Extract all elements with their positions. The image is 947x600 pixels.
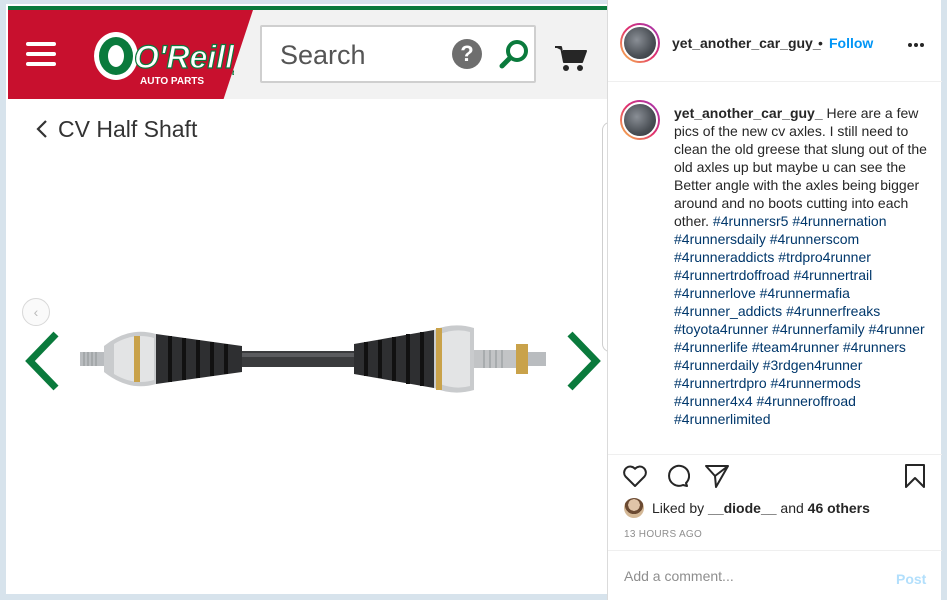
share-icon[interactable] (704, 463, 730, 489)
comment-input[interactable] (624, 565, 874, 587)
hashtag-link[interactable]: #4runners (843, 339, 906, 355)
hashtag-link[interactable]: #4runnerfreaks (786, 303, 880, 319)
liked-by-user[interactable]: __diode__ (708, 500, 776, 516)
hashtag-link[interactable]: #4runnertrdoffroad (674, 267, 790, 283)
hashtag-link[interactable]: #toyota4runner (674, 321, 768, 337)
post-panel: yet_another_car_guy_ • Follow yet_anothe… (607, 0, 947, 600)
menu-icon[interactable] (26, 42, 56, 66)
hashtag-link[interactable]: #4runnermods (771, 375, 861, 391)
back-chevron-icon (36, 120, 47, 138)
caption-avatar[interactable] (620, 100, 660, 140)
hashtag-list: #4runnersr5 #4runnernation #4runnersdail… (674, 213, 925, 427)
hashtag-link[interactable]: #4runnerdaily (674, 357, 759, 373)
store-screenshot: O'Reilly AUTO PARTS ? CV Half Shaft ‹ (0, 0, 607, 600)
search-icon[interactable] (498, 37, 532, 71)
hashtag-link[interactable]: #4runner (869, 321, 925, 337)
store-header: O'Reilly AUTO PARTS ? (8, 6, 607, 99)
hashtag-link[interactable]: #4runneroffroad (757, 393, 856, 409)
search-box: ? (260, 25, 536, 83)
logo-word: O'Reilly (134, 39, 234, 75)
post-username[interactable]: yet_another_car_guy_ (672, 35, 821, 51)
hashtag-link[interactable]: #4runnermafia (760, 285, 850, 301)
hashtag-link[interactable]: #3rdgen4runner (763, 357, 863, 373)
separator-dot: • (818, 35, 823, 51)
post-header: yet_another_car_guy_ • Follow (608, 0, 942, 82)
follow-button[interactable]: Follow (829, 35, 873, 51)
more-icon[interactable] (908, 34, 926, 52)
back-link[interactable]: CV Half Shaft (36, 114, 197, 144)
liked-by-prefix: Liked by (652, 500, 705, 516)
comment-bar: Post (608, 550, 942, 600)
liker-avatar[interactable] (624, 498, 644, 518)
post-comment-button[interactable]: Post (896, 571, 926, 587)
heart-icon[interactable] (622, 463, 648, 489)
comment-icon[interactable] (664, 463, 690, 489)
liked-by-and: and (780, 500, 804, 516)
hashtag-link[interactable]: #4runnerlife (674, 339, 748, 355)
hashtag-link[interactable]: #4runnerfamily (772, 321, 865, 337)
hashtag-link[interactable]: #4runnertrdpro (674, 375, 767, 391)
cv-axle-image (80, 325, 546, 393)
hashtag-link[interactable]: #4runner4x4 (674, 393, 753, 409)
hashtag-link[interactable]: #4runnersr5 (713, 213, 789, 229)
hashtag-link[interactable]: #team4runner (752, 339, 839, 355)
header-accent-line (8, 6, 607, 10)
avatar[interactable] (620, 23, 660, 63)
hashtag-link[interactable]: #4runneraddicts (674, 249, 774, 265)
page-title: CV Half Shaft (58, 115, 198, 142)
next-arrow-icon[interactable] (560, 330, 604, 392)
oreilly-logo[interactable]: O'Reilly AUTO PARTS (84, 26, 234, 90)
post-actions: Liked by __diode__ and 46 others 13 HOUR… (608, 454, 942, 550)
hashtag-link[interactable]: #trdpro4runner (778, 249, 871, 265)
hashtag-link[interactable]: #4runnernation (792, 213, 886, 229)
liked-by-others[interactable]: 46 others (808, 500, 870, 516)
hashtag-link[interactable]: #4runnertrail (794, 267, 873, 283)
bookmark-icon[interactable] (902, 463, 928, 489)
search-input[interactable] (280, 39, 440, 71)
prev-arrow-icon[interactable] (22, 330, 66, 392)
caption: yet_another_car_guy_ Here are a few pics… (674, 104, 930, 428)
hashtag-link[interactable]: #4runnerlove (674, 285, 756, 301)
cart-icon[interactable] (554, 44, 588, 72)
likes-summary: Liked by __diode__ and 46 others (624, 497, 870, 519)
hashtag-link[interactable]: #4runnerlimited (674, 411, 771, 427)
caption-area: yet_another_car_guy_ Here are a few pics… (608, 82, 942, 454)
help-icon[interactable]: ? (452, 39, 482, 69)
caption-text: Here are a few pics of the new cv axles.… (674, 105, 927, 229)
caption-username[interactable]: yet_another_car_guy_ (674, 105, 823, 121)
hashtag-link[interactable]: #4runnerscom (770, 231, 860, 247)
hashtag-link[interactable]: #4runner_addicts (674, 303, 782, 319)
logo-subtitle: AUTO PARTS (140, 76, 204, 87)
gallery-back-icon[interactable]: ‹ (22, 298, 50, 326)
hashtag-link[interactable]: #4runnersdaily (674, 231, 766, 247)
post-timestamp[interactable]: 13 HOURS AGO (624, 529, 702, 540)
